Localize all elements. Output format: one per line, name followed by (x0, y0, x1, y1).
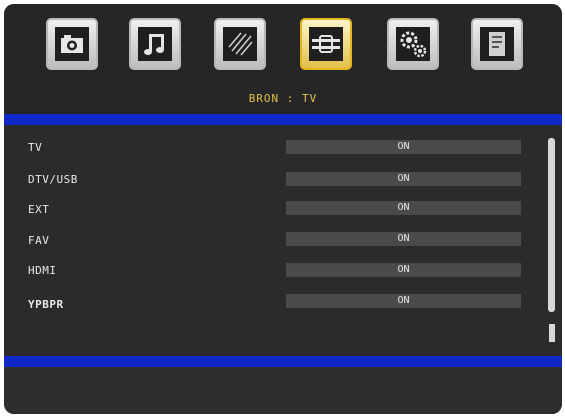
source-cable-icon (309, 27, 343, 61)
document-icon (480, 27, 514, 61)
source-list: TV ON DTV/USB ON EXT ON FAV ON HDMI ON Y… (4, 125, 562, 356)
current-source-label: BRON : TV (248, 92, 318, 105)
scrollbar-end-marker (549, 324, 555, 342)
scrollbar-track[interactable] (548, 138, 555, 312)
channel-icon (223, 27, 257, 61)
row-label-ext[interactable]: EXT (28, 203, 49, 216)
osd-menu-screen: BRON : TV TV ON DTV/USB ON EXT ON FAV ON… (4, 4, 562, 414)
menu-tab-feature[interactable] (471, 18, 523, 70)
row-value-tv[interactable]: ON (286, 140, 521, 154)
row-value-hdmi[interactable]: ON (286, 263, 521, 277)
camera-icon (55, 27, 89, 61)
menu-tab-channel[interactable] (214, 18, 266, 70)
header-divider (4, 114, 562, 125)
menu-icon-bar: BRON : TV (4, 4, 562, 116)
gear-icon (396, 27, 430, 61)
row-value-fav[interactable]: ON (286, 232, 521, 246)
row-value-ext[interactable]: ON (286, 201, 521, 215)
footer-divider (4, 356, 562, 367)
row-label-hdmi[interactable]: HDMI (28, 264, 57, 277)
row-value-ypbpr[interactable]: ON (286, 294, 521, 308)
footer-area (4, 367, 562, 414)
row-label-tv[interactable]: TV (28, 141, 42, 154)
menu-tab-sound[interactable] (129, 18, 181, 70)
menu-tab-picture[interactable] (46, 18, 98, 70)
row-label-ypbpr[interactable]: YPBPR (28, 298, 64, 311)
row-label-dtv-usb[interactable]: DTV/USB (28, 173, 78, 186)
menu-tab-source[interactable] (300, 18, 352, 70)
music-note-icon (138, 27, 172, 61)
menu-tab-setup[interactable] (387, 18, 439, 70)
row-label-fav[interactable]: FAV (28, 234, 49, 247)
row-value-dtv-usb[interactable]: ON (286, 172, 521, 186)
